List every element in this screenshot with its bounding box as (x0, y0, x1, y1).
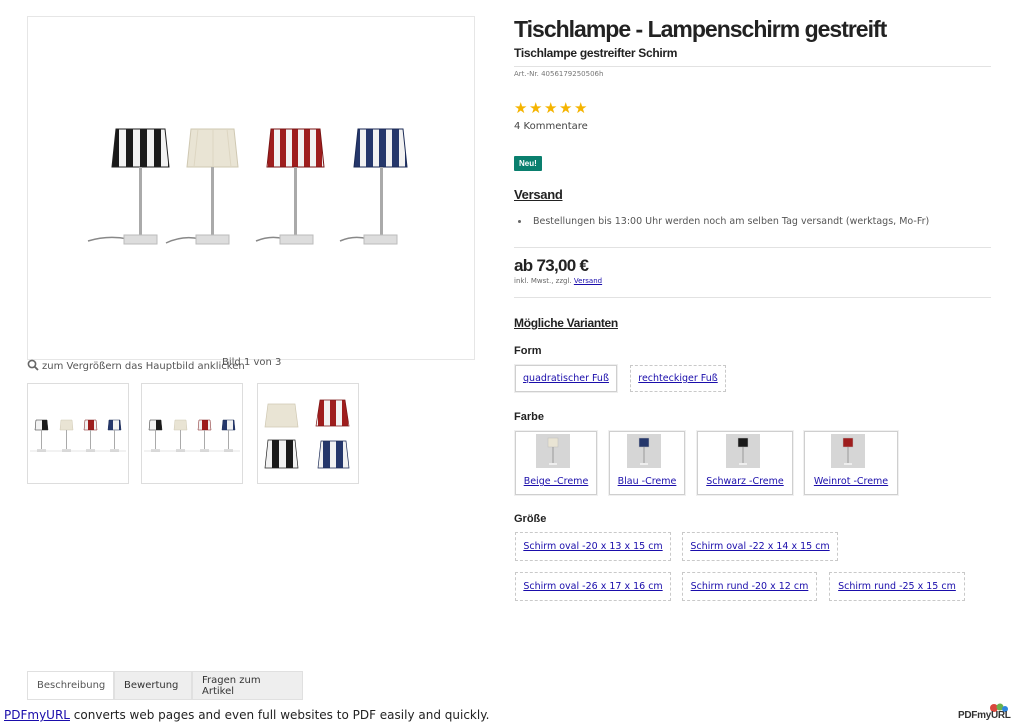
color-option-label: Weinrot -Creme (813, 476, 889, 487)
zoom-hint-text: zum Vergrößern das Hauptbild anklicken (42, 361, 245, 372)
new-badge: Neu! (514, 156, 542, 171)
zoom-hint: zum Vergrößern das Hauptbild anklicken (27, 359, 245, 374)
thumbnail-3[interactable] (257, 383, 359, 484)
color-option-blau[interactable]: Blau -Creme (609, 431, 685, 495)
product-tabs: Beschreibung Bewertung Fragen zum Artike… (27, 671, 303, 700)
lamp-black (87, 128, 170, 245)
groesse-label: Größe (514, 513, 547, 525)
color-option-label: Blau -Creme (617, 476, 677, 487)
pdfmyurl-link[interactable]: PDFmyURL (4, 708, 70, 722)
color-option-label: Schwarz -Creme (706, 476, 784, 487)
color-option-label: Beige -Creme (523, 476, 589, 487)
form-option-rechteckig[interactable]: rechteckiger Fuß (630, 365, 726, 392)
form-option-quadratisch[interactable]: quadratischer Fuß (515, 365, 617, 392)
tab-bewertung[interactable]: Bewertung (114, 671, 192, 700)
comments-count[interactable]: 4 Kommentare (514, 121, 588, 132)
star-icon: ★ (559, 99, 573, 117)
divider (514, 66, 991, 67)
size-option-rund-20[interactable]: Schirm rund -20 x 12 cm (682, 572, 817, 601)
star-icon: ★ (544, 99, 558, 117)
thumbnail-1[interactable] (27, 383, 129, 484)
main-product-image[interactable] (27, 16, 475, 360)
bullet-icon (518, 220, 521, 223)
rating-stars[interactable]: ★ ★ ★ ★ ★ (514, 99, 588, 117)
color-option-weinrot[interactable]: Weinrot -Creme (804, 431, 898, 495)
size-option-oval-26[interactable]: Schirm oval -26 x 17 x 16 cm (515, 572, 671, 601)
lamp-red (255, 128, 325, 245)
lamp-blue (339, 128, 408, 245)
swatch-image (726, 434, 760, 468)
tab-fragen[interactable]: Fragen zum Artikel (192, 671, 303, 700)
pdfmyurl-logo: PDFmyURL (958, 702, 1014, 722)
article-number: Art.-Nr. 4056179250506h (514, 70, 604, 78)
product-subtitle: Tischlampe gestreifter Schirm (514, 46, 678, 60)
product-title: Tischlampe - Lampenschirm gestreift (514, 16, 887, 42)
thumbnail-2[interactable] (141, 383, 243, 484)
swatch-image (831, 434, 865, 468)
tax-note: inkl. Mwst., zzgl. Versand (514, 277, 602, 285)
divider (514, 297, 991, 298)
swatch-image (627, 434, 661, 468)
lamp-beige (165, 128, 239, 245)
size-option-oval-20[interactable]: Schirm oval -20 x 13 x 15 cm (515, 532, 671, 561)
shipping-heading: Versand (514, 187, 563, 202)
magnifier-icon (27, 359, 39, 374)
star-icon: ★ (514, 99, 528, 117)
tab-beschreibung[interactable]: Beschreibung (27, 671, 114, 700)
farbe-label: Farbe (514, 411, 544, 423)
pdfmyurl-text: converts web pages and even full website… (69, 708, 490, 722)
color-option-beige[interactable]: Beige -Creme (515, 431, 597, 495)
shipping-link[interactable]: Versand (574, 277, 602, 285)
pdfmyurl-note: PDFmyURL converts web pages and even ful… (4, 708, 489, 722)
star-icon: ★ (529, 99, 543, 117)
swatch-image (536, 434, 570, 468)
shipping-item-text: Bestellungen bis 13:00 Uhr werden noch a… (533, 216, 930, 227)
form-label: Form (514, 345, 542, 357)
size-option-oval-22[interactable]: Schirm oval -22 x 14 x 15 cm (682, 532, 838, 561)
logo-text: PDFmyURL (958, 710, 1011, 721)
image-counter: Bild 1 von 3 (222, 357, 282, 368)
variants-heading: Mögliche Varianten (514, 316, 618, 330)
star-icon: ★ (574, 99, 588, 117)
divider (514, 247, 991, 248)
tax-prefix: inkl. Mwst., zzgl. (514, 277, 572, 285)
size-option-rund-25[interactable]: Schirm rund -25 x 15 cm (829, 572, 965, 601)
shipping-list-item: Bestellungen bis 13:00 Uhr werden noch a… (518, 216, 929, 227)
color-option-schwarz[interactable]: Schwarz -Creme (697, 431, 793, 495)
product-price: ab 73,00 € (514, 256, 589, 275)
